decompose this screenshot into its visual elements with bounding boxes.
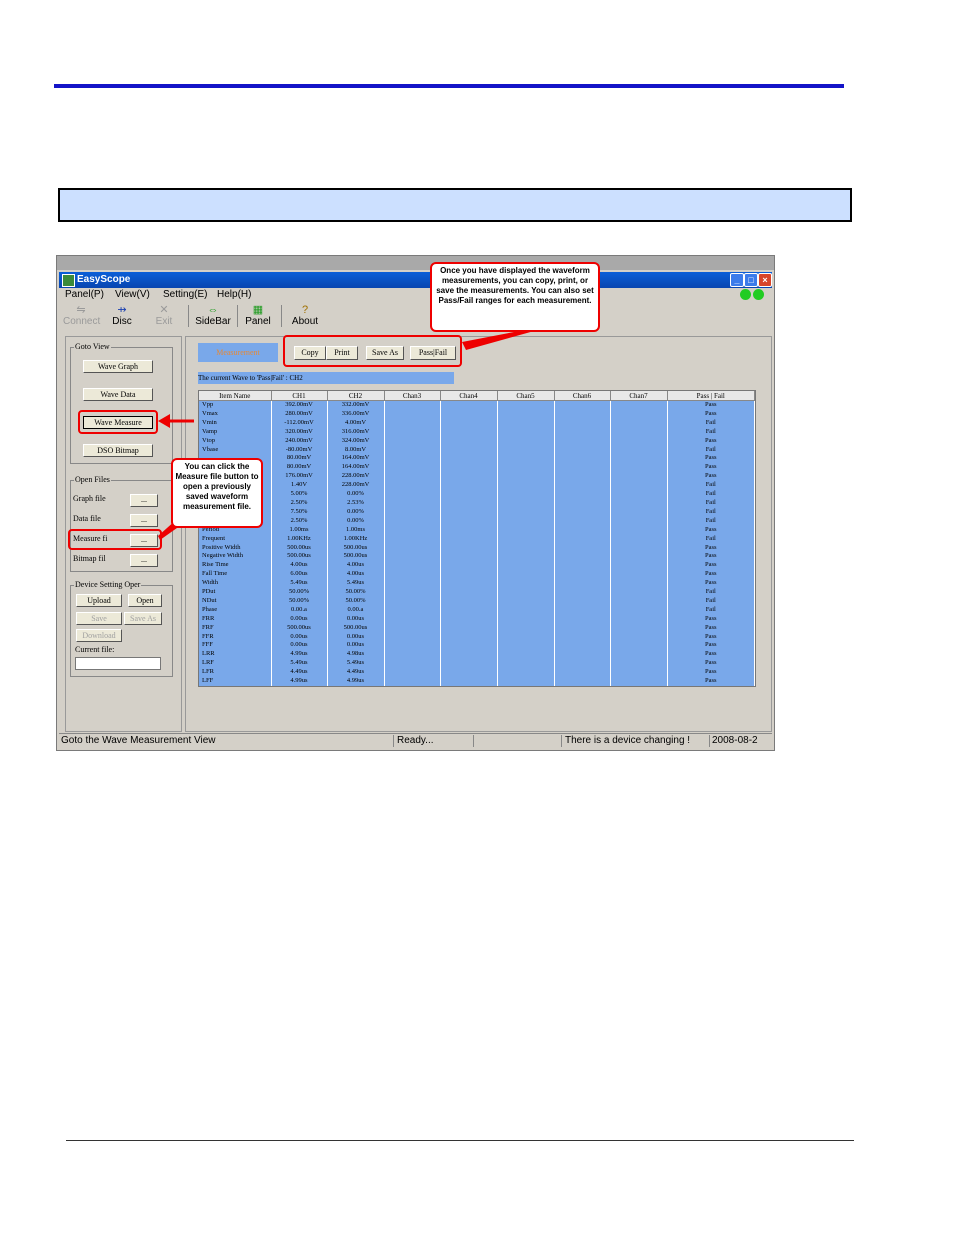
callout-measurement-actions: Once you have displayed the waveform mea… xyxy=(430,262,600,332)
arrow-head-icon xyxy=(158,414,170,428)
callout-arrows xyxy=(158,328,545,540)
callout-measure-file: You can click the Measure file button to… xyxy=(171,458,263,528)
bottom-rule xyxy=(66,1140,854,1141)
